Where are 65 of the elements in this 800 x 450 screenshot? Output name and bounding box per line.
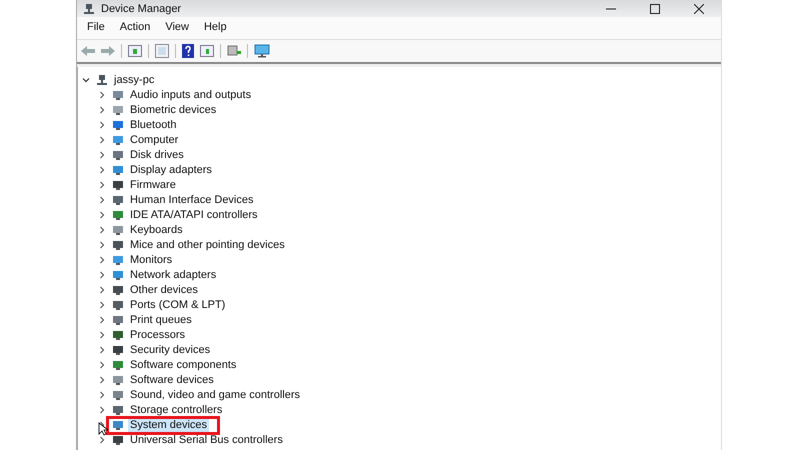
device-icon: [112, 148, 124, 160]
device-icon: [112, 358, 124, 370]
device-icon: [112, 178, 124, 190]
tree-item[interactable]: Disk drives: [128, 148, 186, 162]
tree-item[interactable]: Monitors: [128, 252, 174, 266]
tree-item[interactable]: Human Interface Devices: [128, 192, 256, 206]
device-icon: [112, 434, 124, 446]
tree-item[interactable]: Software components: [128, 358, 238, 372]
device-icon: [112, 238, 124, 250]
tree-item[interactable]: IDE ATA/ATAPI controllers: [128, 208, 260, 222]
device-icon: [112, 374, 124, 386]
tree-item[interactable]: Bluetooth: [128, 118, 178, 132]
tree-item[interactable]: Firmware: [128, 178, 178, 192]
mouse-cursor-icon: [98, 422, 108, 436]
tree-item[interactable]: Security devices: [128, 342, 212, 356]
device-icon: [112, 418, 124, 430]
tree-item[interactable]: Mice and other pointing devices: [128, 238, 287, 252]
device-icon: [112, 224, 124, 236]
device-icon: [112, 118, 124, 130]
scan-icon[interactable]: [227, 44, 241, 58]
tree-item[interactable]: Software devices: [128, 372, 216, 386]
tree-item[interactable]: jassy-pc: [112, 72, 156, 86]
device-icon: [112, 88, 124, 100]
device-icon: [112, 298, 124, 310]
help-icon[interactable]: [182, 44, 194, 58]
device-icon: [112, 208, 124, 220]
close-icon: [694, 4, 704, 14]
tree-item[interactable]: Other devices: [128, 282, 200, 296]
maximize-icon: [650, 4, 660, 14]
window-title: Device Manager: [101, 2, 182, 14]
tree-item[interactable]: Keyboards: [128, 222, 185, 236]
tree-item[interactable]: Processors: [128, 328, 188, 342]
panel-icon[interactable]: [200, 45, 214, 57]
device-icon: [112, 404, 124, 416]
device-icon: [112, 194, 124, 206]
device-icon: [112, 268, 124, 280]
menu-item[interactable]: File: [81, 20, 111, 36]
computer-icon: [96, 74, 108, 86]
device-icon: [112, 314, 124, 326]
computer-icon: [83, 2, 95, 14]
tree-item[interactable]: Display adapters: [128, 162, 214, 176]
properties-icon[interactable]: [155, 44, 169, 58]
panel-icon[interactable]: [128, 45, 142, 57]
tree-item[interactable]: Network adapters: [128, 268, 218, 282]
device-icon: [112, 164, 124, 176]
device-icon: [112, 254, 124, 266]
device-icon: [112, 134, 124, 146]
device-icon: [112, 104, 124, 116]
tree-item[interactable]: Print queues: [128, 312, 194, 326]
expand-chevron-icon[interactable]: [82, 76, 90, 84]
tree-item[interactable]: Biometric devices: [128, 102, 218, 116]
device-icon: [112, 328, 124, 340]
device-icon: [112, 344, 124, 356]
monitor-icon[interactable]: [254, 44, 270, 58]
tree-item[interactable]: Storage controllers: [128, 402, 224, 416]
menu-item[interactable]: Help: [198, 20, 233, 36]
tree-item[interactable]: Sound, video and game controllers: [128, 388, 302, 402]
device-icon: [112, 284, 124, 296]
tree-item[interactable]: Ports (COM & LPT): [128, 298, 228, 312]
device-icon: [112, 388, 124, 400]
menu-item[interactable]: Action: [114, 20, 156, 36]
tree-item[interactable]: Universal Serial Bus controllers: [128, 432, 285, 446]
tree-item[interactable]: Computer: [128, 132, 180, 146]
tree-item[interactable]: Audio inputs and outputs: [128, 88, 254, 102]
menu-item[interactable]: View: [159, 20, 195, 36]
